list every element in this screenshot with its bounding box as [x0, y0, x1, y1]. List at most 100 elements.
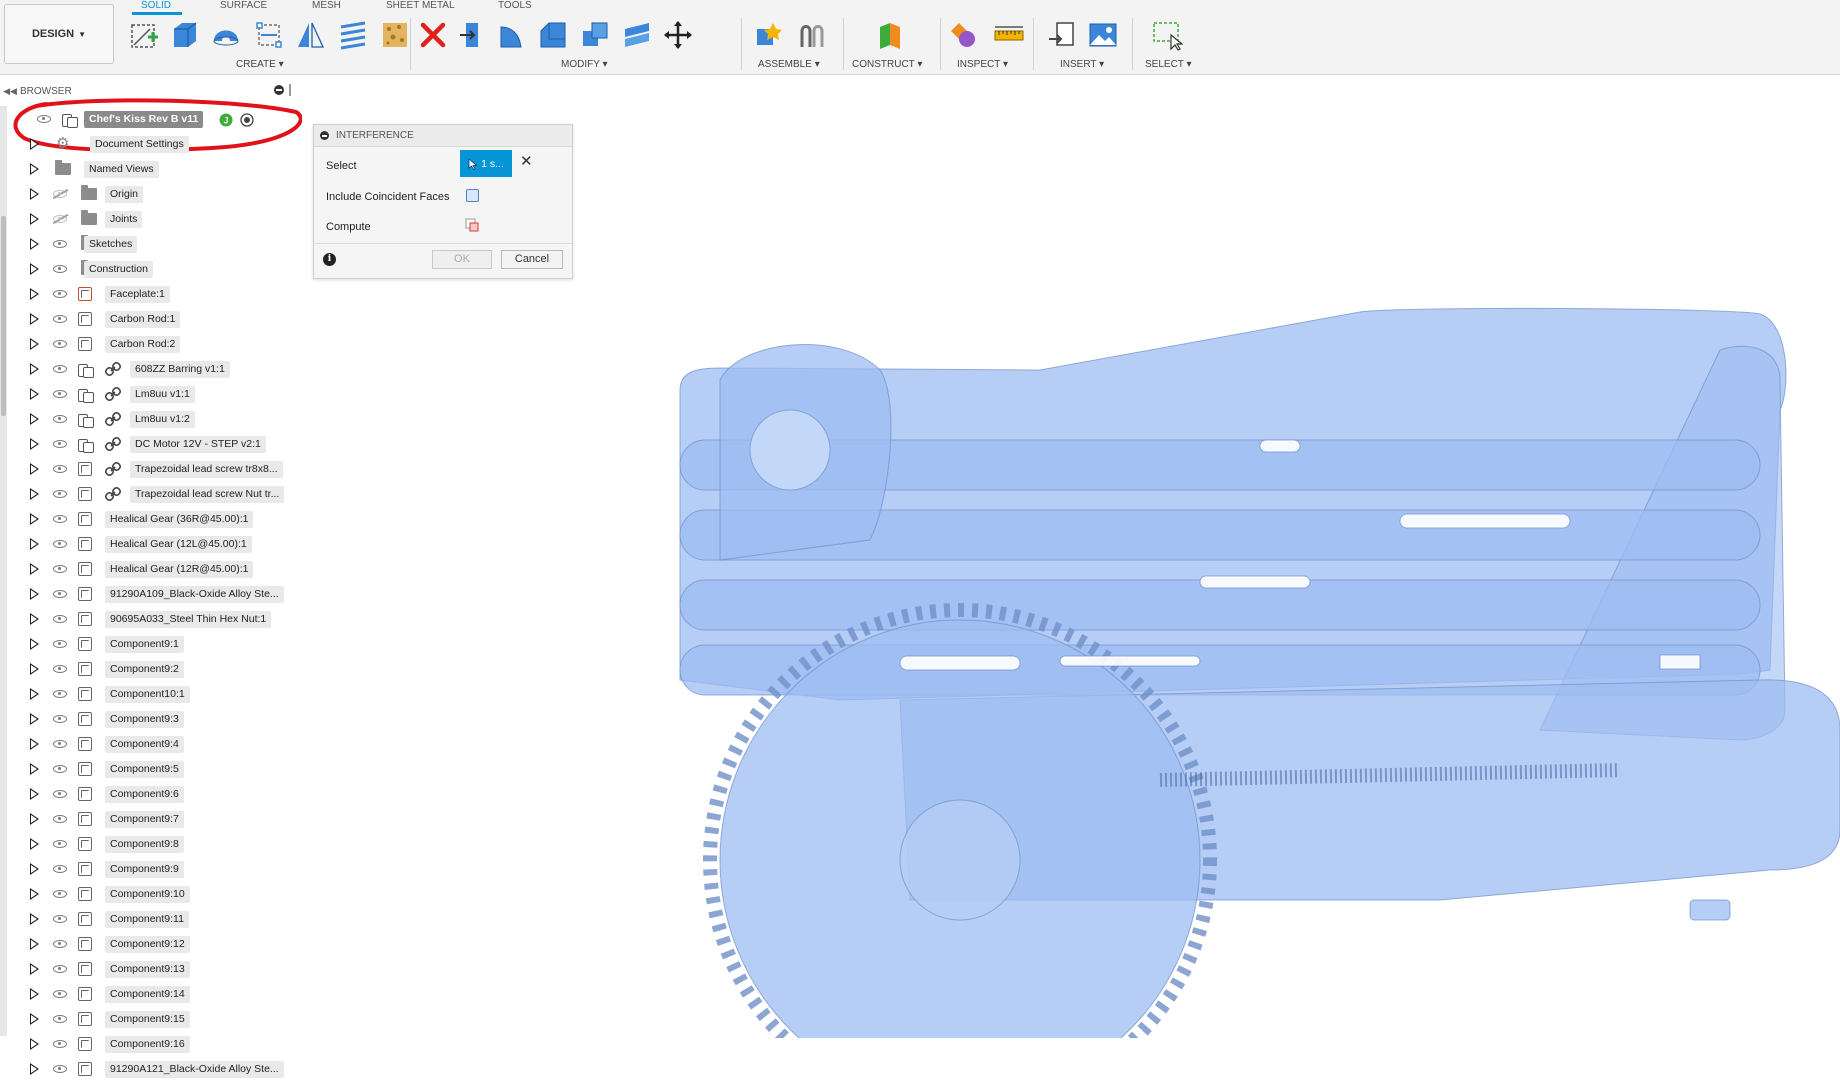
browser-row[interactable]: 91290A109_Black-Oxide Alloy Ste... — [0, 583, 300, 605]
browser-row[interactable]: Faceplate:1 — [0, 283, 300, 305]
tab-solid[interactable]: SOLID — [141, 0, 171, 11]
expand-arrow-icon[interactable] — [30, 663, 39, 675]
expand-arrow-icon[interactable] — [30, 213, 39, 225]
workspace-switcher[interactable]: DESIGN ▼ — [4, 4, 114, 64]
browser-row[interactable]: Component10:1 — [0, 683, 300, 705]
hidden-eye-icon[interactable] — [53, 190, 67, 198]
ok-button[interactable]: OK — [432, 250, 492, 269]
extrude-icon[interactable] — [167, 18, 201, 52]
browser-row[interactable]: Component9:12 — [0, 933, 300, 955]
browser-row[interactable]: Origin — [0, 183, 300, 205]
browser-row[interactable]: Component9:8 — [0, 833, 300, 855]
info-icon[interactable]: i — [323, 253, 336, 266]
expand-arrow-icon[interactable] — [30, 963, 39, 975]
expand-arrow-icon[interactable] — [30, 888, 39, 900]
model-viewport[interactable] — [640, 300, 1840, 1038]
expand-arrow-icon[interactable] — [30, 613, 39, 625]
expand-arrow-icon[interactable] — [30, 688, 39, 700]
visibility-eye-icon[interactable] — [53, 290, 67, 298]
browser-row[interactable]: Component9:3 — [0, 708, 300, 730]
expand-arrow-icon[interactable] — [30, 738, 39, 750]
combine-icon[interactable] — [578, 18, 612, 52]
visibility-eye-icon[interactable] — [53, 690, 67, 698]
expand-arrow-icon[interactable] — [30, 863, 39, 875]
browser-row[interactable]: Healical Gear (36R@45.00):1 — [0, 508, 300, 530]
panel-resize-handle[interactable] — [289, 84, 291, 96]
browser-row[interactable]: Carbon Rod:2 — [0, 333, 300, 355]
joint-icon[interactable] — [795, 18, 829, 52]
visibility-eye-icon[interactable] — [53, 490, 67, 498]
browser-minimize-icon[interactable] — [274, 85, 284, 95]
browser-row[interactable]: Component9:5 — [0, 758, 300, 780]
browser-row[interactable]: Healical Gear (12R@45.00):1 — [0, 558, 300, 580]
sweep-icon[interactable] — [252, 18, 286, 52]
create-sketch-icon[interactable] — [127, 18, 161, 52]
visibility-eye-icon[interactable] — [53, 1015, 67, 1023]
browser-row[interactable]: Component9:10 — [0, 883, 300, 905]
mirror-icon[interactable] — [293, 18, 327, 52]
tab-surface[interactable]: SURFACE — [220, 0, 267, 11]
visibility-eye-icon[interactable] — [53, 990, 67, 998]
expand-arrow-icon[interactable] — [30, 363, 39, 375]
new-component-icon[interactable] — [752, 18, 786, 52]
expand-arrow-icon[interactable] — [30, 463, 39, 475]
insert-derive-icon[interactable] — [1044, 18, 1078, 52]
visibility-eye-icon[interactable] — [53, 615, 67, 623]
visibility-eye-icon[interactable] — [53, 665, 67, 673]
expand-arrow-icon[interactable] — [30, 488, 39, 500]
group-create[interactable]: CREATE ▾ — [236, 59, 284, 70]
dialog-collapse-icon[interactable] — [320, 131, 329, 140]
visibility-eye-icon[interactable] — [53, 590, 67, 598]
expand-arrow-icon[interactable] — [30, 313, 39, 325]
browser-row[interactable]: Component9:13 — [0, 958, 300, 980]
visibility-eye-icon[interactable] — [53, 265, 67, 273]
move-icon[interactable] — [661, 18, 695, 52]
clear-selection-icon[interactable]: ✕ — [520, 152, 533, 170]
browser-row[interactable]: Named Views — [0, 158, 300, 180]
measure-icon[interactable] — [992, 18, 1026, 52]
expand-arrow-icon[interactable] — [30, 263, 39, 275]
expand-arrow-icon[interactable] — [30, 538, 39, 550]
expand-arrow-icon[interactable] — [30, 563, 39, 575]
browser-row[interactable]: Component9:4 — [0, 733, 300, 755]
tab-mesh[interactable]: MESH — [312, 0, 341, 11]
expand-arrow-icon[interactable] — [30, 1038, 39, 1050]
expand-arrow-icon[interactable] — [30, 138, 39, 150]
visibility-eye-icon[interactable] — [53, 815, 67, 823]
visibility-eye-icon[interactable] — [53, 365, 67, 373]
hidden-eye-icon[interactable] — [53, 215, 67, 223]
browser-row[interactable]: Component9:9 — [0, 858, 300, 880]
tab-sheet-metal[interactable]: SHEET METAL — [386, 0, 455, 11]
expand-arrow-icon[interactable] — [30, 938, 39, 950]
browser-row[interactable]: Component9:7 — [0, 808, 300, 830]
visibility-eye-icon[interactable] — [53, 340, 67, 348]
fillet-icon[interactable] — [496, 18, 530, 52]
visibility-eye-icon[interactable] — [53, 415, 67, 423]
expand-arrow-icon[interactable] — [30, 288, 39, 300]
browser-row[interactable]: Trapezoidal lead screw Nut tr... — [0, 483, 300, 505]
expand-arrow-icon[interactable] — [30, 838, 39, 850]
browser-row[interactable]: Lm8uu v1:2 — [0, 408, 300, 430]
expand-arrow-icon[interactable] — [30, 713, 39, 725]
interference-icon[interactable] — [948, 18, 982, 52]
delete-icon[interactable] — [416, 18, 450, 52]
group-inspect[interactable]: INSPECT ▾ — [957, 59, 1008, 70]
expand-arrow-icon[interactable] — [30, 163, 39, 175]
tab-tools[interactable]: TOOLS — [498, 0, 532, 11]
browser-row[interactable]: DC Motor 12V - STEP v2:1 — [0, 433, 300, 455]
browser-row[interactable]: Lm8uu v1:1 — [0, 383, 300, 405]
offset-plane-icon[interactable] — [873, 18, 907, 52]
expand-arrow-icon[interactable] — [30, 763, 39, 775]
expand-arrow-icon[interactable] — [30, 188, 39, 200]
expand-arrow-icon[interactable] — [30, 813, 39, 825]
browser-row[interactable]: Construction — [0, 258, 300, 280]
visibility-eye-icon[interactable] — [53, 465, 67, 473]
group-modify[interactable]: MODIFY ▾ — [561, 59, 608, 70]
browser-row[interactable]: 608ZZ Barring v1:1 — [0, 358, 300, 380]
expand-arrow-icon[interactable] — [30, 913, 39, 925]
visibility-eye-icon[interactable] — [53, 915, 67, 923]
browser-row[interactable]: Component9:15 — [0, 1008, 300, 1030]
group-insert[interactable]: INSERT ▾ — [1060, 59, 1104, 70]
group-assemble[interactable]: ASSEMBLE ▾ — [758, 59, 820, 70]
visibility-eye-icon[interactable] — [53, 890, 67, 898]
